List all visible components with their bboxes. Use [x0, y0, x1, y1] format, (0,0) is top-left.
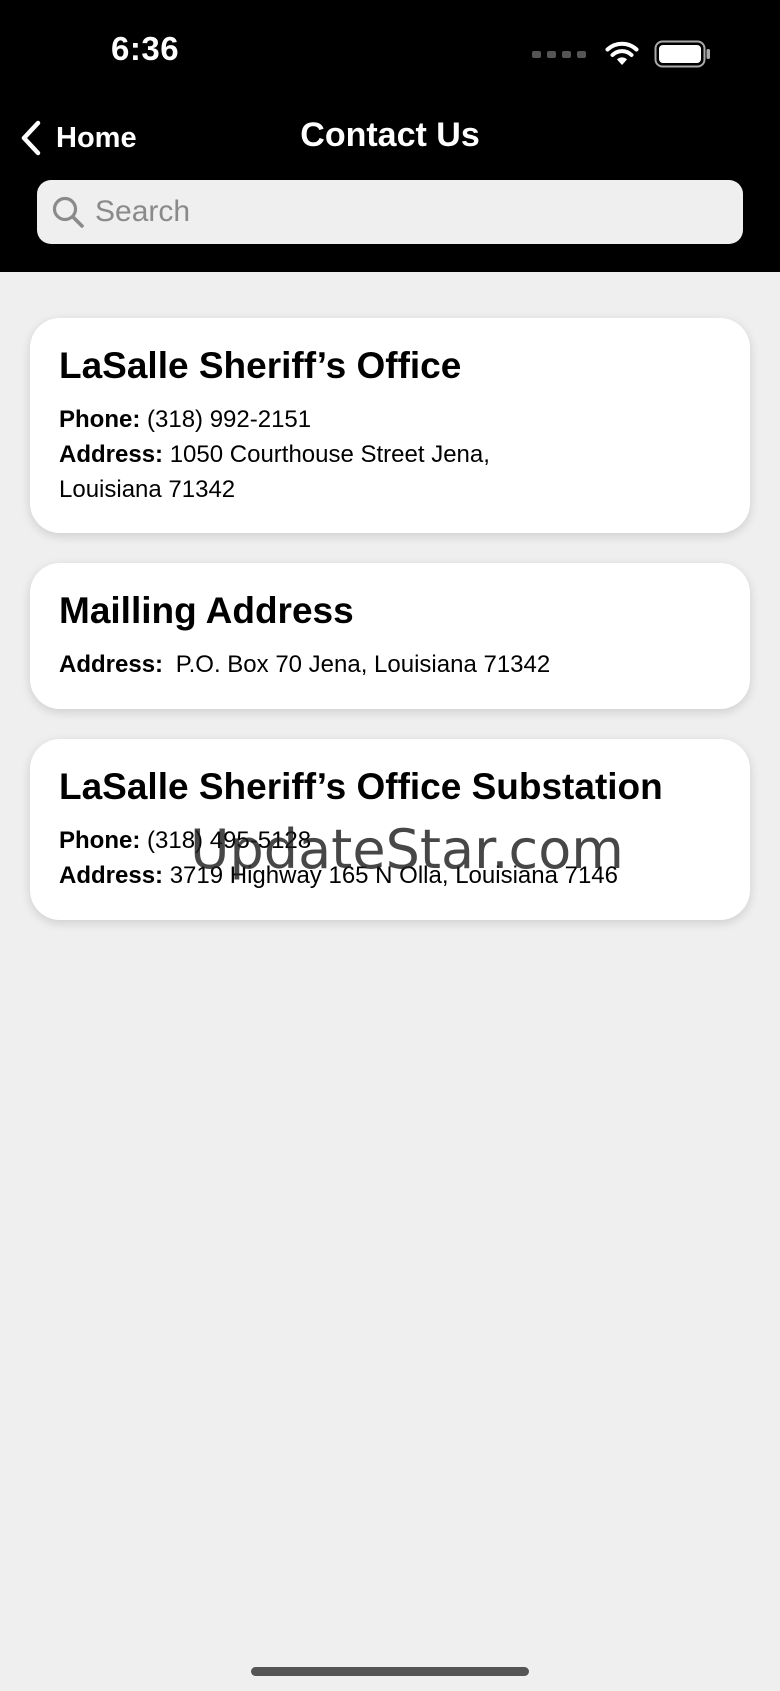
search-input[interactable] [95, 195, 695, 229]
card-title: LaSalle Sheriff’s Office [59, 345, 462, 386]
search-icon [52, 196, 84, 228]
status-time: 6:36 [111, 30, 180, 67]
page-title: Contact Us [300, 116, 480, 154]
phone-line: Phone: (318) 495-5128 [59, 823, 722, 858]
card-title: LaSalle Sheriff’s Office Substation [59, 766, 663, 807]
phone-line: Phone: (318) 992-2151 [59, 402, 722, 437]
phone-label: Phone: [59, 406, 141, 433]
contact-card-sheriffs-office[interactable]: LaSalle Sheriff’s Office Phone: (318) 99… [30, 318, 750, 533]
battery-icon [654, 40, 710, 68]
contact-card-substation[interactable]: LaSalle Sheriff’s Office Substation Phon… [30, 739, 750, 920]
status-icons [532, 40, 712, 68]
cellular-signal-icon [532, 50, 586, 58]
address-line: Address: P.O. Box 70 Jena, Louisiana 713… [59, 647, 722, 682]
address-text: 1050 Courthouse Street Jena, [169, 441, 490, 468]
address-label: Address: [59, 651, 164, 678]
address-line: Address: 3719 Highway 165 N Olla, Louisi… [59, 858, 722, 893]
address-line-continued: Louisiana 71342 [59, 476, 236, 503]
navigation-header: 6:36 Home Contact Us [0, 0, 780, 272]
wifi-icon [605, 41, 639, 65]
contact-card-mailing-address[interactable]: Mailling Address Address: P.O. Box 70 Je… [30, 563, 750, 709]
phone-number[interactable]: (318) 495-5128 [147, 827, 311, 854]
address-label: Address: [59, 862, 164, 889]
address-label: Address: [59, 441, 164, 468]
address-line: Address: 1050 Courthouse Street Jena, [59, 437, 722, 472]
card-title: Mailling Address [59, 590, 354, 631]
address-text: P.O. Box 70 Jena, Louisiana 71342 [175, 651, 551, 678]
address-text: 3719 Highway 165 N Olla, Louisiana 7146 [169, 862, 619, 889]
search-bar[interactable] [37, 180, 743, 244]
phone-number[interactable]: (318) 992-2151 [147, 406, 311, 433]
home-indicator[interactable] [251, 1667, 529, 1676]
phone-label: Phone: [59, 827, 141, 854]
